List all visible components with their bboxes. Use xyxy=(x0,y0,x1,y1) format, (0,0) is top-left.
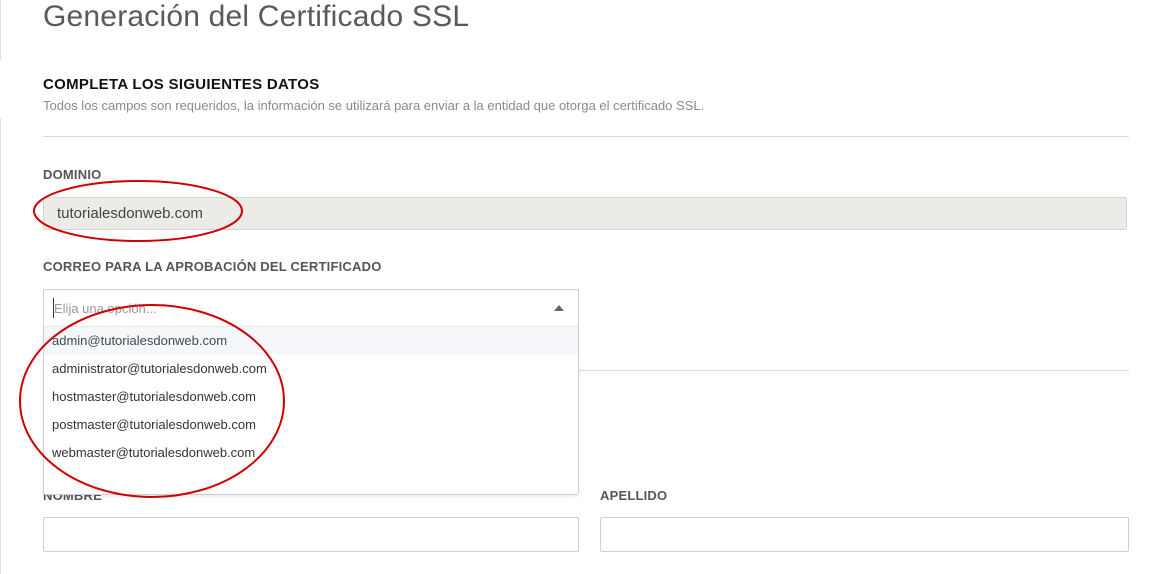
first-name-input[interactable] xyxy=(43,517,579,552)
dropdown-option-hostmaster[interactable]: hostmaster@tutorialesdonweb.com xyxy=(44,383,578,411)
last-name-label: APELLIDO xyxy=(600,488,668,503)
section-title: COMPLETA LOS SIGUIENTES DATOS xyxy=(43,76,320,93)
dropdown-option-admin[interactable]: admin@tutorialesdonweb.com xyxy=(44,327,578,355)
left-border xyxy=(0,0,1,60)
approval-email-search-input[interactable] xyxy=(53,298,534,318)
domain-label: DOMINIO xyxy=(43,167,102,182)
dropdown-option-administrator[interactable]: administrator@tutorialesdonweb.com xyxy=(44,355,578,383)
divider xyxy=(43,136,1129,137)
left-border xyxy=(0,118,1,574)
dropdown-option-webmaster[interactable]: webmaster@tutorialesdonweb.com xyxy=(44,439,578,467)
approval-email-select[interactable] xyxy=(43,289,579,327)
page-title: Generación del Certificado SSL xyxy=(43,0,470,33)
section-subtitle: Todos los campos son requeridos, la info… xyxy=(43,98,705,113)
approval-email-label: CORREO PARA LA APROBACIÓN DEL CERTIFICAD… xyxy=(43,259,382,274)
caret-up-icon[interactable] xyxy=(554,305,564,311)
dropdown-option-postmaster[interactable]: postmaster@tutorialesdonweb.com xyxy=(44,411,578,439)
domain-field: tutorialesdonweb.com xyxy=(43,197,1127,230)
last-name-input[interactable] xyxy=(600,517,1129,552)
approval-email-dropdown: admin@tutorialesdonweb.com administrator… xyxy=(43,326,579,495)
